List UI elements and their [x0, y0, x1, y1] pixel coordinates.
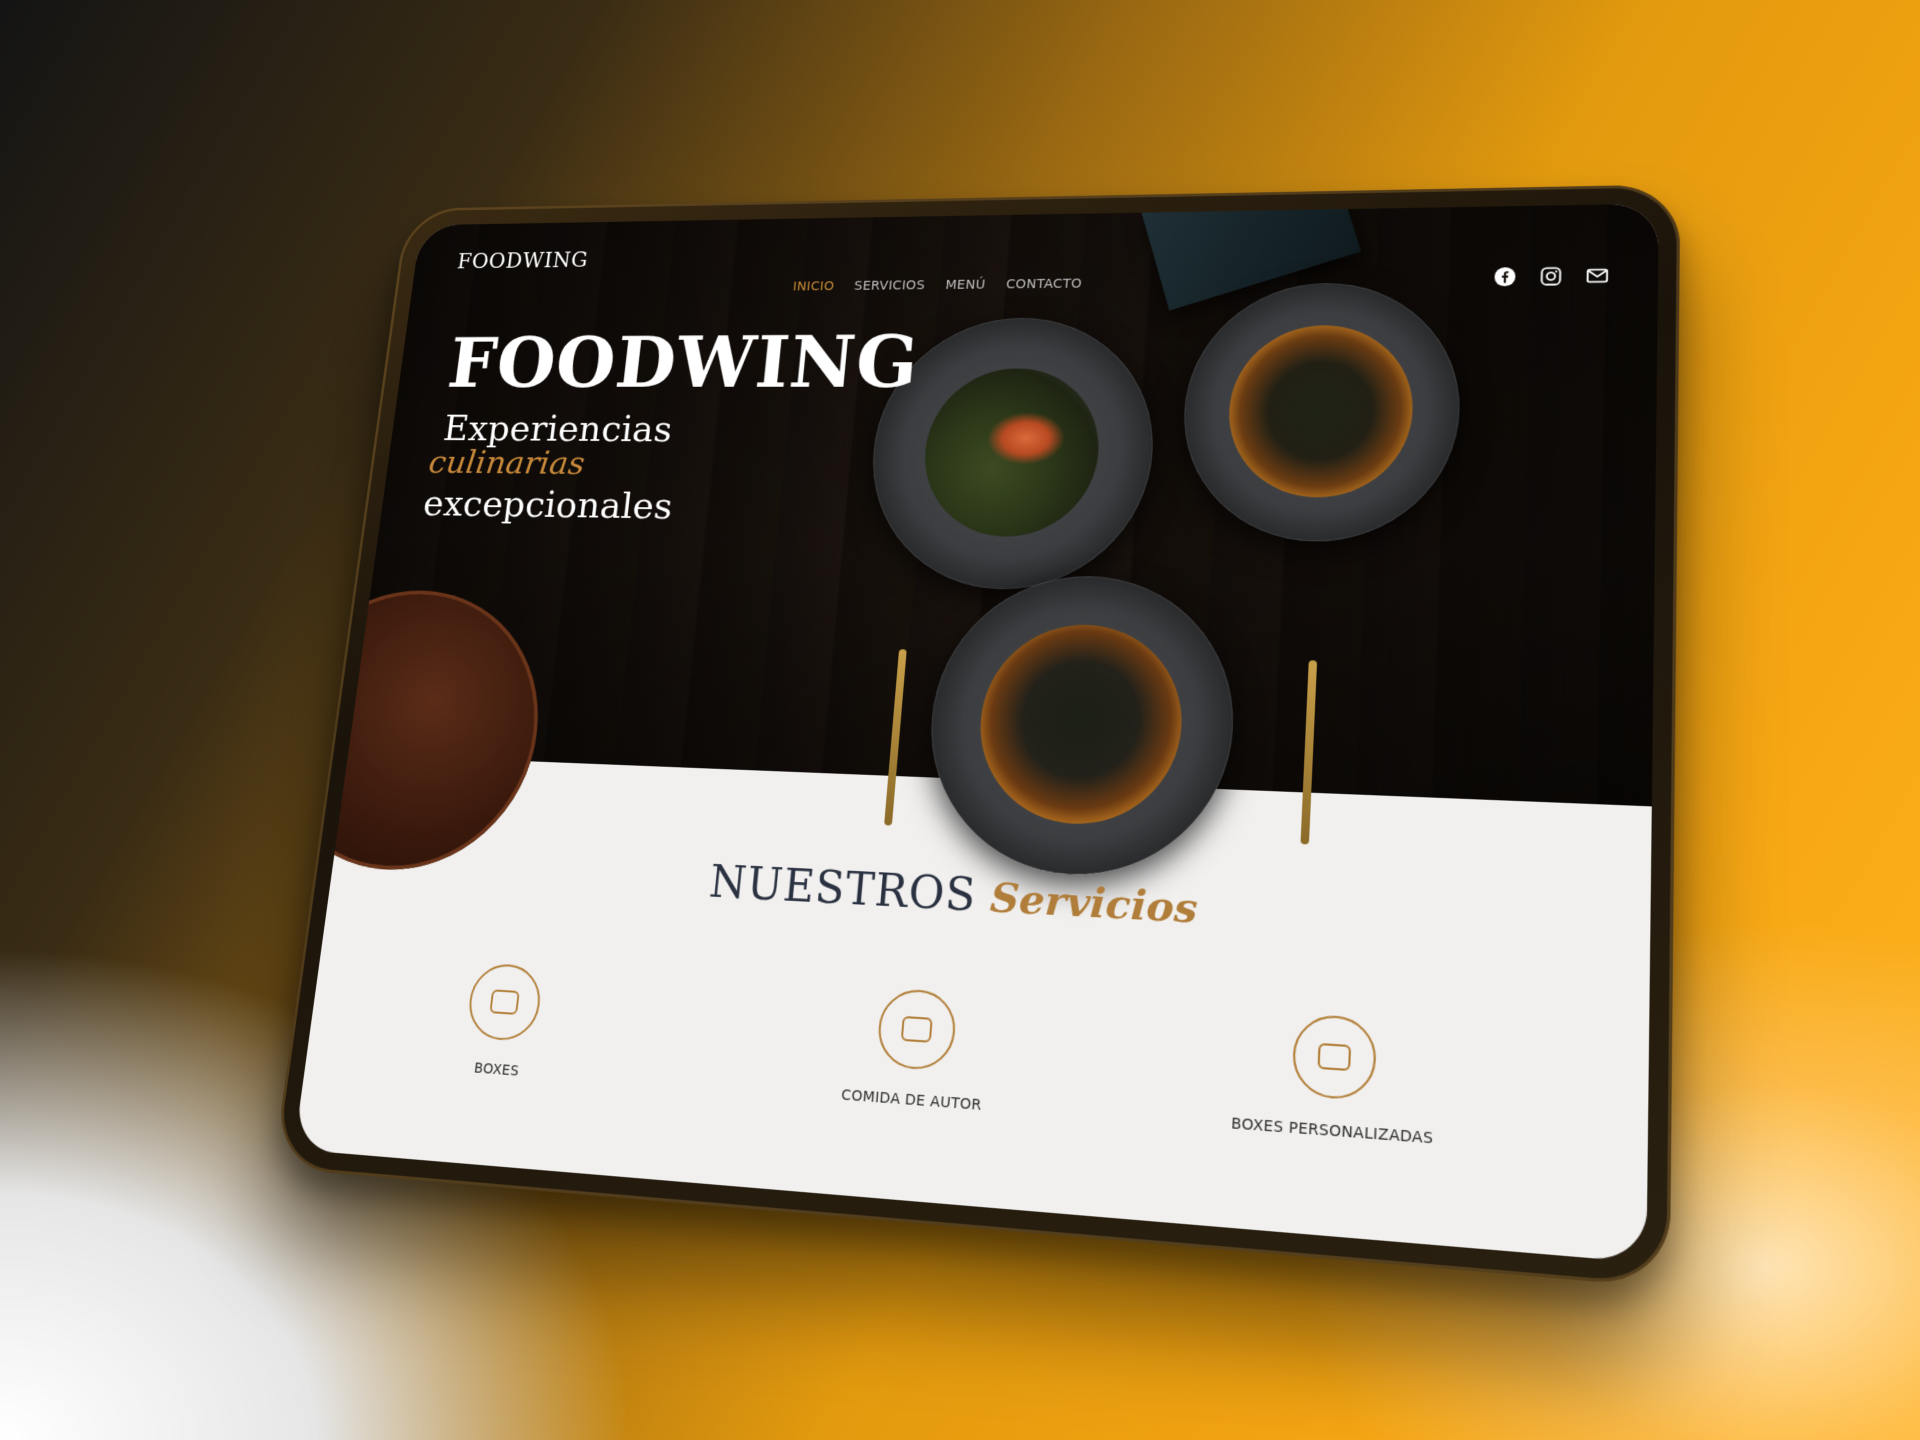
brand-logo[interactable]: FOODWING — [456, 248, 589, 274]
facebook-icon[interactable] — [1491, 264, 1519, 289]
hero-title: FOODWING — [443, 321, 923, 405]
nav-item-menu[interactable]: MENÚ — [945, 278, 986, 293]
nav-item-servicios[interactable]: SERVICIOS — [853, 278, 925, 293]
food — [918, 368, 1104, 538]
service-card-comida-de-autor[interactable]: COMIDA DE AUTOR — [771, 981, 1061, 1119]
service-icon-ring — [465, 962, 544, 1043]
food — [1224, 324, 1416, 499]
box-icon — [1317, 1042, 1352, 1072]
main-nav: INICIO SERVICIOS MENÚ CONTACTO — [792, 277, 1082, 294]
mail-icon[interactable] — [1583, 263, 1611, 288]
website-screen[interactable]: FOODWING INICIO SERVICIOS MENÚ CONTACTO — [293, 203, 1659, 1263]
service-label: BOXES — [473, 1060, 520, 1080]
services-heading-script: Servicios — [988, 873, 1199, 934]
hero-section: FOODWING INICIO SERVICIOS MENÚ CONTACTO — [293, 203, 1659, 883]
services-heading-word: NUESTROS — [706, 856, 979, 922]
service-label: BOXES PERSONALIZADAS — [1230, 1115, 1434, 1148]
nav-item-contacto[interactable]: CONTACTO — [1006, 277, 1083, 292]
food — [973, 622, 1188, 829]
service-label: COMIDA DE AUTOR — [840, 1087, 983, 1115]
service-icon-ring — [1291, 1013, 1378, 1102]
hero-tagline-accent: culinarias — [426, 444, 587, 483]
instagram-icon[interactable] — [1537, 264, 1565, 289]
services-heading: NUESTROS Servicios — [330, 838, 1651, 959]
tablet-frame: FOODWING INICIO SERVICIOS MENÚ CONTACTO — [273, 184, 1681, 1289]
box-icon — [489, 989, 520, 1015]
service-card-boxes[interactable]: BOXES — [368, 957, 639, 1088]
device-scene: FOODWING INICIO SERVICIOS MENÚ CONTACTO — [0, 0, 1920, 1440]
nav-item-inicio[interactable]: INICIO — [792, 279, 835, 294]
service-card-boxes-personalizadas[interactable]: BOXES PERSONALIZADAS — [1180, 1007, 1491, 1152]
hero-tagline-line2: excepcionales — [420, 483, 675, 528]
service-icon-ring — [875, 987, 958, 1072]
social-links — [1491, 263, 1611, 289]
box-icon — [900, 1015, 933, 1043]
